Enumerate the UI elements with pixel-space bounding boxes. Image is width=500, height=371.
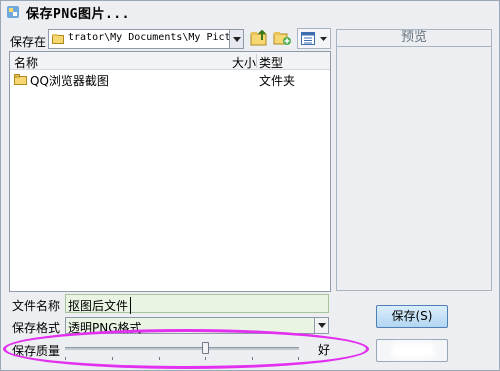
folder-icon [52,34,64,44]
save-png-dialog: 保存PNG图片... 保存在 trator\My Documents\My Pi… [0,0,500,371]
slider-tick [252,357,253,360]
preview-panel: 预览 [336,29,492,291]
window-title: 保存PNG图片... [26,7,130,22]
view-menu-button[interactable] [297,28,331,49]
quality-end-label: 好 [318,343,331,357]
save-in-label: 保存在 [10,35,47,49]
slider-tick [298,357,299,360]
save-in-dropdown[interactable]: trator\My Documents\My Pictures [48,29,244,49]
slider-tick [112,357,113,360]
quality-label: 保存质量 [12,344,61,358]
save-in-path: trator\My Documents\My Pictures [68,32,244,43]
slider-tick [205,357,206,360]
filename-field[interactable]: 抠图后文件 [65,294,329,314]
app-icon [7,6,19,18]
quality-slider-track[interactable] [65,347,299,350]
preview-title: 预览 [337,30,491,47]
list-item[interactable]: QQ浏览器截图 文件夹 [10,71,330,88]
format-dropdown[interactable]: 透明PNG格式 [65,317,329,335]
chevron-down-icon [320,37,327,41]
up-folder-icon[interactable] [249,28,269,48]
filename-label: 文件名称 [12,299,61,313]
cancel-button[interactable] [376,339,448,362]
folder-icon [14,74,27,85]
quality-slider-thumb[interactable] [202,342,209,354]
view-list-icon [301,32,315,45]
file-list-header: 名称 大小 类型 [10,52,330,70]
column-divider[interactable] [256,54,257,68]
chevron-down-icon[interactable] [229,30,243,48]
list-item-name: QQ浏览器截图 [30,74,109,88]
column-header-size[interactable]: 大小 [232,54,256,71]
filename-value: 抠图后文件 [68,297,132,314]
list-item-type: 文件夹 [259,74,296,88]
save-button[interactable]: 保存(S) [376,305,448,328]
title-bar: 保存PNG图片... [1,1,499,23]
format-label: 保存格式 [12,321,61,335]
format-value: 透明PNG格式 [68,321,142,335]
chevron-down-icon[interactable] [314,318,328,333]
slider-tick [65,357,66,360]
slider-tick [159,357,160,360]
new-folder-icon[interactable] [272,28,292,48]
column-header-name[interactable]: 名称 [14,54,38,71]
file-list[interactable]: 名称 大小 类型 QQ浏览器截图 文件夹 [9,51,331,292]
column-header-type[interactable]: 类型 [259,54,283,71]
